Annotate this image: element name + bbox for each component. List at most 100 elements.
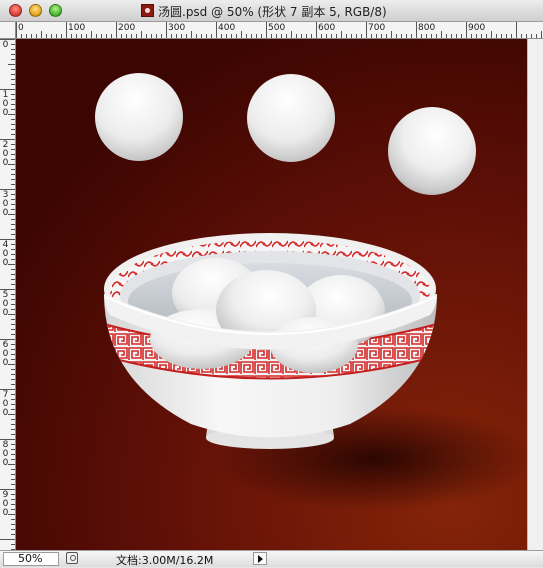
ruler-tick bbox=[11, 399, 15, 400]
ruler-tick bbox=[186, 34, 187, 38]
ruler-tick bbox=[336, 34, 337, 38]
ruler-tick bbox=[11, 219, 15, 220]
ruler-origin-corner[interactable] bbox=[0, 22, 16, 39]
ruler-tick bbox=[11, 149, 15, 150]
ruler-tick bbox=[486, 34, 487, 38]
vertical-ruler[interactable]: 0 100 200 300 400 500 600 700 800 900 bbox=[0, 39, 16, 550]
ruler-label: 800 bbox=[418, 23, 436, 33]
ruler-tick bbox=[11, 69, 15, 70]
ruler-tick bbox=[96, 34, 97, 38]
ruler-tick bbox=[11, 434, 15, 435]
ruler-label: 100 bbox=[2, 90, 9, 118]
ruler-tick bbox=[416, 22, 417, 38]
ruler-tick bbox=[391, 31, 392, 38]
document-canvas[interactable] bbox=[16, 39, 527, 550]
zoom-window-button[interactable] bbox=[49, 4, 62, 17]
ruler-tick bbox=[11, 459, 15, 460]
ruler-tick bbox=[141, 31, 142, 38]
ruler-tick bbox=[531, 34, 532, 38]
ruler-tick bbox=[91, 31, 92, 38]
ruler-tick bbox=[326, 34, 327, 38]
psd-document-icon bbox=[141, 4, 154, 17]
ruler-label: 400 bbox=[2, 240, 9, 268]
ruler-tick bbox=[11, 494, 15, 495]
ruler-tick bbox=[11, 174, 15, 175]
ruler-tick bbox=[11, 244, 15, 245]
ruler-tick bbox=[16, 22, 17, 38]
ruler-tick bbox=[11, 84, 15, 85]
ruler-tick bbox=[11, 124, 15, 125]
window-title: 汤圆.psd @ 50% (形状 7 副本 5, RGB/8) bbox=[158, 5, 387, 19]
title-bar[interactable]: 汤圆.psd @ 50% (形状 7 副本 5, RGB/8) bbox=[0, 0, 543, 22]
ruler-tick bbox=[11, 379, 15, 380]
horizontal-ruler[interactable]: 0 100 200 300 400 500 600 700 800 900 bbox=[16, 22, 543, 39]
tangyuan-ball-1 bbox=[95, 73, 183, 161]
ruler-tick bbox=[286, 34, 287, 38]
vertical-scrollbar[interactable] bbox=[527, 39, 543, 550]
ruler-tick bbox=[291, 31, 292, 38]
ruler-tick bbox=[11, 374, 15, 375]
tangyuan-ball-3 bbox=[388, 107, 476, 195]
ruler-tick bbox=[8, 314, 15, 315]
ruler-tick bbox=[506, 34, 507, 38]
ruler-tick bbox=[111, 34, 112, 38]
ruler-tick bbox=[11, 529, 15, 530]
ruler-tick bbox=[211, 34, 212, 38]
status-menu-arrow-icon[interactable] bbox=[253, 552, 267, 565]
ruler-tick bbox=[11, 154, 15, 155]
ruler-tick bbox=[11, 44, 15, 45]
ruler-tick bbox=[11, 59, 15, 60]
ruler-tick bbox=[251, 34, 252, 38]
ruler-tick bbox=[11, 349, 15, 350]
ruler-tick bbox=[61, 34, 62, 38]
status-info-icon[interactable] bbox=[66, 552, 78, 564]
ruler-tick bbox=[11, 344, 15, 345]
ruler-tick bbox=[8, 364, 15, 365]
ruler-tick bbox=[256, 34, 257, 38]
ruler-label: 200 bbox=[118, 23, 136, 33]
close-window-button[interactable] bbox=[9, 4, 22, 17]
ruler-tick bbox=[11, 369, 15, 370]
ruler-tick bbox=[11, 519, 15, 520]
ruler-tick bbox=[231, 34, 232, 38]
ruler-tick bbox=[11, 199, 15, 200]
ruler-tick bbox=[161, 34, 162, 38]
ruler-tick bbox=[11, 134, 15, 135]
ruler-tick bbox=[11, 394, 15, 395]
ruler-tick bbox=[311, 34, 312, 38]
ruler-label: 0 bbox=[18, 23, 24, 33]
ruler-tick bbox=[8, 214, 15, 215]
minimize-window-button[interactable] bbox=[29, 4, 42, 17]
ruler-tick bbox=[511, 34, 512, 38]
ruler-tick bbox=[11, 249, 15, 250]
ruler-tick bbox=[11, 129, 15, 130]
ruler-tick bbox=[11, 484, 15, 485]
ruler-tick bbox=[136, 34, 137, 38]
ruler-tick bbox=[461, 34, 462, 38]
ruler-tick bbox=[11, 424, 15, 425]
ruler-tick bbox=[11, 119, 15, 120]
ruler-tick bbox=[11, 429, 15, 430]
ruler-tick bbox=[11, 54, 15, 55]
ruler-tick bbox=[276, 34, 277, 38]
ruler-tick bbox=[11, 144, 15, 145]
ruler-tick bbox=[36, 34, 37, 38]
ruler-tick bbox=[46, 34, 47, 38]
ruler-tick bbox=[171, 34, 172, 38]
ruler-label: 600 bbox=[318, 23, 336, 33]
ruler-tick bbox=[451, 34, 452, 38]
ruler-label: 200 bbox=[2, 140, 9, 168]
ruler-tick bbox=[281, 34, 282, 38]
ruler-tick bbox=[11, 79, 15, 80]
ruler-tick bbox=[11, 404, 15, 405]
ruler-tick bbox=[101, 34, 102, 38]
ruler-tick bbox=[11, 184, 15, 185]
ruler-label: 600 bbox=[2, 340, 9, 368]
zoom-level-field[interactable]: 50% bbox=[3, 552, 59, 566]
ruler-tick bbox=[406, 34, 407, 38]
ruler-tick bbox=[11, 419, 15, 420]
ruler-label: 800 bbox=[2, 440, 9, 468]
ruler-tick bbox=[11, 234, 15, 235]
ruler-tick bbox=[21, 34, 22, 38]
ruler-tick bbox=[11, 504, 15, 505]
